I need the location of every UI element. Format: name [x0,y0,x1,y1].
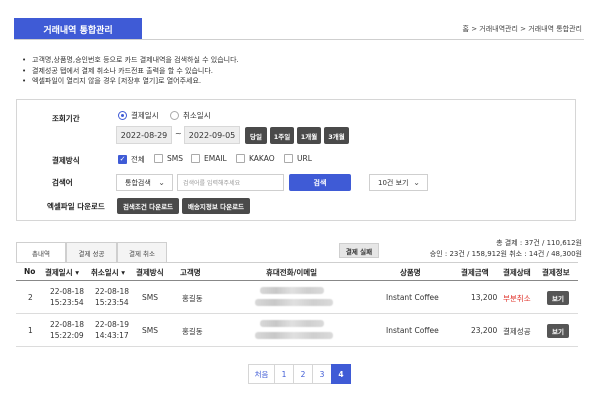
radio-checked-icon [118,111,127,120]
col-amount: 결제금액 [461,268,489,277]
col-status: 결제상태 [503,268,531,277]
row-cancel-date: 22-08-19 [95,320,130,329]
method-checkbox-kakao[interactable]: KAKAO [236,154,275,163]
tab-cancel[interactable]: 결제 취소 [117,242,167,262]
pagination: 처음 1 2 3 4 [248,364,351,384]
excel-search-download-button[interactable]: 검색조건 다운로드 [117,198,179,214]
summary-total: 총 결제 : 37건 / 110,612원 [496,239,582,247]
row-status: 결제성공 [503,327,531,336]
col-pay-date[interactable]: 결제일시 ▾ [45,267,79,278]
view-detail-button[interactable]: 보기 [547,324,569,338]
quick-1month-button[interactable]: 1개월 [297,127,321,144]
row-product: Instant Coffee [386,293,439,302]
view-detail-button[interactable]: 보기 [547,291,569,305]
table-row: 1 22-08-18 15:22:09 22-08-19 14:43:17 SM… [16,314,578,347]
title-divider [14,39,584,40]
blurred-phone [260,320,324,327]
radio-payment-date[interactable]: 결제일시 [118,110,159,121]
col-customer: 고객명 [180,268,201,277]
col-method: 결제방식 [136,268,164,277]
excel-label: 엑셀파일 다운로드 [47,202,105,211]
col-no: No [24,267,36,276]
row-method: SMS [142,293,158,302]
row-customer: 홍길동 [182,294,203,303]
chevron-down-icon: ⌄ [413,178,420,187]
guide-notes: 고객명,상품명,승인번호 등으로 카드 결제내역을 검색하실 수 있습니다. 결… [22,55,239,87]
blurred-phone [260,287,324,294]
method-checkbox-sms[interactable]: SMS [154,154,183,163]
end-date-input[interactable]: 2022-09-05 [184,126,240,144]
row-amount: 13,200 [471,293,498,302]
row-pay-time: 15:22:09 [50,331,84,340]
excel-shipping-download-button[interactable]: 배송지정보 다운로드 [182,198,250,214]
col-contact: 휴대전화/이메일 [266,268,318,277]
radio-cancel-date[interactable]: 취소일시 [170,110,211,121]
fail-filter-button[interactable]: 결제 실패 [339,243,379,258]
start-date-input[interactable]: 2022-08-29 [116,126,172,144]
page-button-2[interactable]: 2 [293,364,313,384]
row-pay-date: 22-08-18 [50,287,85,296]
row-customer: 홍길동 [182,327,203,336]
page-first-button[interactable]: 처음 [248,364,275,384]
page-button-3[interactable]: 3 [312,364,332,384]
search-button[interactable]: 검색 [289,174,351,191]
row-cancel-date: 22-08-18 [95,287,130,296]
page-button-4[interactable]: 4 [331,364,351,384]
quick-1week-button[interactable]: 1주일 [270,127,294,144]
row-cancel-time: 15:23:54 [95,298,129,307]
table-row: 2 22-08-18 15:23:54 22-08-18 15:23:54 SM… [16,281,578,314]
row-amount: 23,200 [471,326,498,335]
blurred-email [255,299,333,306]
table-header: No 결제일시 ▾ 취소일시 ▾ 결제방식 고객명 휴대전화/이메일 상품명 결… [16,262,578,281]
page-size-select[interactable]: 10건 보기 ⌄ [369,174,428,191]
row-pay-time: 15:23:54 [50,298,84,307]
col-product: 상품명 [400,268,421,277]
chevron-down-icon: ⌄ [158,178,165,187]
summary-approve-cancel: 승인 : 23건 / 158,912원 취소 : 14건 / 48,300원 [429,250,582,258]
col-cancel-date[interactable]: 취소일시 ▾ [91,267,125,278]
page-title: 거래내역 통합관리 [14,18,142,40]
row-product: Instant Coffee [386,326,439,335]
guide-note: 결제성공 탭에서 결제 취소나 카드전표 출력을 할 수 있습니다. [22,66,239,77]
method-label: 결제방식 [52,156,80,165]
search-label: 검색어 [52,178,73,187]
method-checkbox-email[interactable]: EMAIL [191,154,227,163]
page-button-1[interactable]: 1 [274,364,294,384]
search-input[interactable]: 검색어를 입력해주세요 [177,174,284,191]
row-cancel-time: 14:43:17 [95,331,129,340]
col-detail: 결제정보 [542,268,570,277]
radio-unchecked-icon [170,111,179,120]
row-method: SMS [142,326,158,335]
period-label: 조회기간 [52,114,80,123]
search-scope-select[interactable]: 통합검색 ⌄ [116,174,173,191]
row-no: 2 [28,293,33,302]
method-checkbox-all[interactable]: ✓ 전체 [118,154,145,165]
tab-success[interactable]: 결제 성공 [66,242,117,262]
row-status: 부분취소 [503,294,531,303]
breadcrumb: 홈 > 거래내역관리 > 거래내역 통합관리 [462,25,582,33]
guide-note: 고객명,상품명,승인번호 등으로 카드 결제내역을 검색하실 수 있습니다. [22,55,239,66]
method-checkbox-url[interactable]: URL [284,154,312,163]
row-no: 1 [28,326,33,335]
quick-today-button[interactable]: 당일 [245,127,267,144]
date-separator: ~ [175,129,182,138]
quick-3month-button[interactable]: 3개월 [324,127,349,144]
guide-note: 엑셀파일이 열리지 않을 경우 [저장후 열기]로 열어주세요. [22,76,239,87]
check-icon: ✓ [118,155,127,164]
tab-all[interactable]: 총내역 [16,242,66,262]
blurred-email [255,332,333,339]
row-pay-date: 22-08-18 [50,320,85,329]
